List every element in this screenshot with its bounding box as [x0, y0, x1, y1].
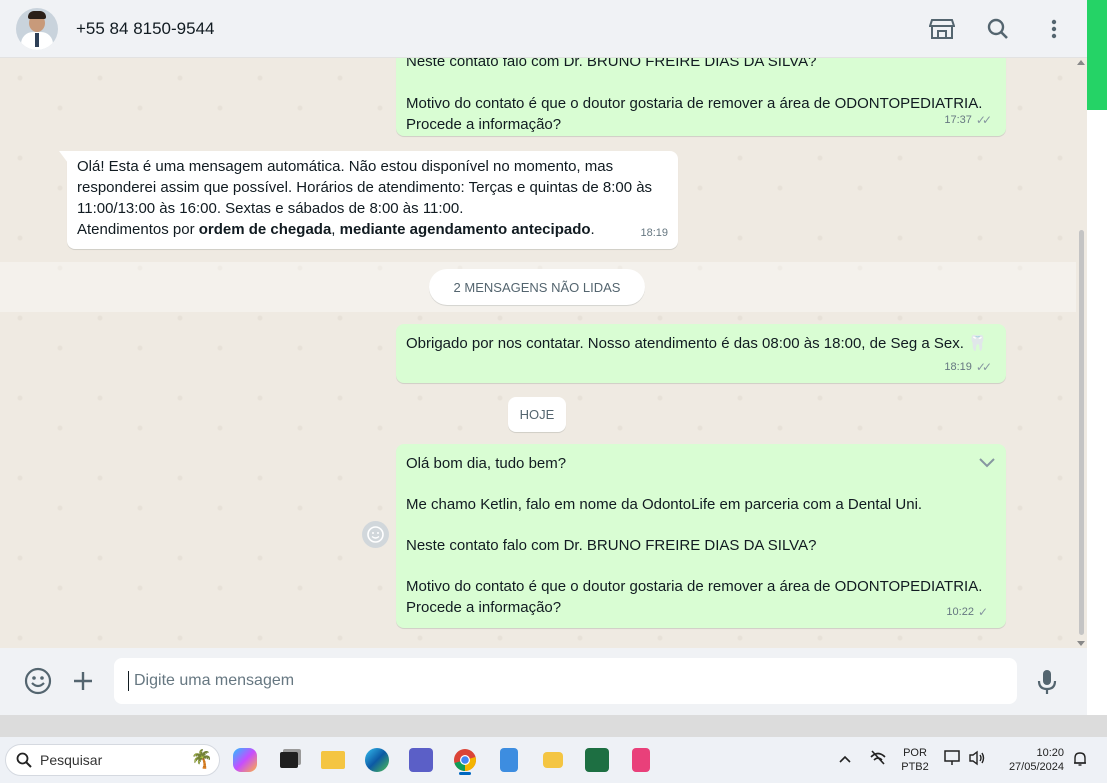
monitor-icon[interactable] — [944, 750, 962, 771]
notepad-icon[interactable] — [494, 745, 524, 775]
react-emoji-button[interactable] — [362, 521, 389, 548]
clock-time: 10:20 — [1036, 747, 1064, 759]
search-icon — [16, 752, 32, 768]
message-text: Neste contato falo com Dr. BRUNO FREIRE … — [406, 58, 817, 70]
windows-taskbar: Pesquisar 🌴 POR PTB2 10:20 27/05/2024 — [0, 737, 1107, 783]
message-meta: 10:22 ✓ — [946, 602, 992, 623]
message-outgoing[interactable]: Olá bom dia, tudo bem? Me chamo Ketlin, … — [396, 444, 1006, 628]
message-outgoing[interactable]: Neste contato falo com Dr. BRUNO FREIRE … — [396, 58, 1006, 136]
chat-scrollbar[interactable] — [1076, 58, 1087, 648]
message-input-box[interactable] — [114, 658, 1017, 704]
message-text: Me chamo Ketlin, falo em nome da OdontoL… — [406, 496, 923, 513]
scroll-thumb[interactable] — [1079, 230, 1084, 635]
double-check-icon: ✓✓ — [975, 113, 992, 127]
beach-hammock-icon: 🌴 — [190, 749, 213, 769]
message-text: Atendimentos por ordem de chegada, media… — [77, 221, 595, 238]
double-check-icon: ✓✓ — [975, 360, 992, 374]
header-actions — [929, 0, 1067, 58]
bubble-tail — [59, 151, 68, 163]
message-outgoing[interactable]: Obrigado por nos contatar. Nosso atendim… — [396, 324, 1006, 383]
date-divider: HOJE — [508, 397, 566, 432]
edge-icon[interactable] — [362, 745, 392, 775]
message-text: Olá bom dia, tudo bem? — [406, 455, 567, 472]
taskbar-search-label: Pesquisar — [40, 752, 103, 768]
message-text: Neste contato falo com Dr. BRUNO FREIRE … — [406, 537, 817, 554]
file-explorer-icon[interactable] — [318, 745, 348, 775]
chat-area: Neste contato falo com Dr. BRUNO FREIRE … — [0, 58, 1087, 648]
copilot-icon[interactable] — [230, 745, 260, 775]
contact-avatar[interactable] — [16, 7, 58, 50]
message-input[interactable] — [134, 672, 1017, 690]
task-view-icon[interactable] — [274, 745, 304, 775]
scroll-down-arrow-icon[interactable] — [1077, 641, 1085, 646]
volume-icon[interactable] — [968, 750, 986, 771]
input-language[interactable]: POR PTB2 — [898, 746, 932, 774]
message-text: Motivo do contato é que o doutor gostari… — [406, 95, 983, 112]
message-text: responderei assim que possível. Horários… — [77, 179, 653, 196]
notification-bell-icon[interactable] — [1073, 751, 1087, 772]
message-time: 17:37 — [944, 114, 972, 126]
message-text: Obrigado por nos contatar. Nosso atendim… — [406, 335, 987, 352]
show-hidden-icons-chevron-icon[interactable] — [838, 751, 852, 769]
message-text: Olá! Esta é uma mensagem automática. Não… — [77, 158, 614, 175]
single-check-icon: ✓ — [977, 605, 988, 619]
message-time: 10:22 — [946, 606, 974, 618]
taskbar-search[interactable]: Pesquisar 🌴 — [5, 744, 220, 776]
message-time: 18:19 — [944, 361, 972, 373]
unread-divider: 2 MENSAGENS NÃO LIDAS — [429, 269, 645, 305]
contact-name[interactable]: +55 84 8150-9544 — [76, 19, 215, 39]
attach-plus-icon[interactable] — [71, 669, 95, 693]
snipping-tool-icon[interactable] — [626, 745, 656, 775]
store-icon[interactable] — [929, 16, 955, 42]
scroll-up-arrow-icon[interactable] — [1077, 60, 1085, 65]
excel-icon[interactable] — [582, 745, 612, 775]
message-menu-chevron-icon[interactable] — [978, 454, 996, 475]
search-icon[interactable] — [985, 16, 1011, 42]
taskbar-clock[interactable]: 10:20 27/05/2024 — [998, 746, 1064, 774]
chrome-icon[interactable] — [450, 745, 480, 775]
onedrive-folder-icon[interactable] — [538, 745, 568, 775]
message-time: 18:19 — [640, 227, 668, 239]
message-meta: 17:37 ✓✓ — [944, 110, 992, 131]
message-text: Motivo do contato é que o doutor gostari… — [406, 578, 983, 595]
more-options-icon[interactable] — [1041, 16, 1067, 42]
teams-icon[interactable] — [406, 745, 436, 775]
compose-footer — [0, 648, 1087, 715]
message-meta: 18:19 ✓✓ — [944, 357, 992, 378]
clock-date: 27/05/2024 — [1008, 761, 1064, 773]
message-text: Procede a informação? — [406, 599, 562, 616]
accent-bar — [1087, 0, 1107, 110]
message-text: Procede a informação? — [406, 116, 562, 133]
chat-header: +55 84 8150-9544 — [0, 0, 1087, 58]
message-meta: 18:19 — [640, 223, 668, 244]
emoji-icon[interactable] — [24, 667, 52, 695]
network-offline-icon[interactable] — [869, 749, 887, 770]
microphone-icon[interactable] — [1034, 667, 1060, 697]
message-incoming[interactable]: Olá! Esta é uma mensagem automática. Não… — [67, 151, 678, 249]
tooth-emoji: 🦷 — [968, 335, 987, 352]
text-caret — [128, 671, 129, 691]
message-text: 11:00/13:00 às 16:00. Sextas e sábados d… — [77, 200, 464, 217]
